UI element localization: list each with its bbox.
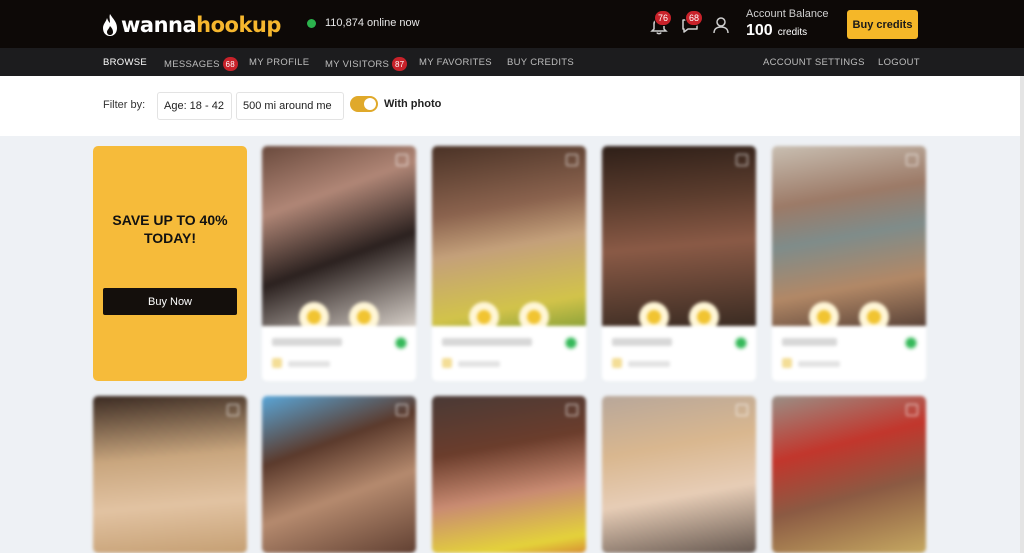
profile-location — [458, 361, 500, 367]
profile-info — [772, 326, 926, 381]
online-indicator — [736, 338, 746, 348]
profile-photo[interactable] — [772, 146, 926, 326]
nav-account-settings[interactable]: ACCOUNT SETTINGS — [763, 57, 865, 68]
top-header: wannahookup 110,874 online now 76 68 Acc… — [0, 0, 1024, 48]
logo-text: wannahookup — [121, 13, 281, 37]
profile-photo[interactable] — [772, 396, 926, 553]
profile-info — [262, 326, 416, 381]
filter-bar: Filter by: Age: 18 - 42 500 mi around me… — [0, 76, 1024, 136]
filter-label: Filter by: — [103, 99, 146, 111]
main-nav: BROWSE MESSAGES 68 MY PROFILE MY VISITORS… — [0, 48, 1024, 76]
profile-location — [288, 361, 330, 367]
location-icon — [272, 358, 282, 368]
favorite-icon[interactable] — [566, 404, 578, 416]
favorite-icon[interactable] — [566, 154, 578, 166]
favorite-icon[interactable] — [736, 154, 748, 166]
profile-card[interactable] — [262, 396, 416, 553]
with-photo-toggle[interactable] — [350, 96, 378, 112]
nav-my-visitors[interactable]: MY VISITORS 87 — [325, 57, 408, 71]
profile-photo[interactable] — [432, 396, 586, 553]
account-balance: Account Balance 100 credits — [746, 8, 829, 40]
age-filter[interactable]: Age: 18 - 42 — [157, 92, 232, 120]
nav-my-profile[interactable]: MY PROFILE — [249, 57, 309, 68]
message-icon — [697, 310, 711, 324]
promo-title: SAVE UP TO 40% TODAY! — [112, 212, 228, 246]
location-icon — [612, 358, 622, 368]
site-logo[interactable]: wannahookup — [101, 12, 281, 38]
flame-icon — [103, 14, 117, 36]
profile-location — [798, 361, 840, 367]
favorite-icon[interactable] — [736, 404, 748, 416]
profile-icon-button[interactable] — [710, 14, 732, 36]
profile-name — [612, 338, 672, 346]
balance-label: Account Balance — [746, 8, 829, 20]
favorite-icon[interactable] — [906, 404, 918, 416]
balance-amount: 100 — [746, 22, 773, 39]
nav-logout[interactable]: LOGOUT — [878, 57, 920, 68]
distance-filter[interactable]: 500 mi around me — [236, 92, 344, 120]
online-count-text: 110,874 online now — [325, 17, 420, 29]
profile-card[interactable] — [772, 396, 926, 553]
profile-location — [628, 361, 670, 367]
online-indicator — [906, 338, 916, 348]
with-photo-label: With photo — [384, 98, 442, 110]
messages-icon-button[interactable]: 68 — [679, 10, 704, 36]
profile-card[interactable] — [602, 396, 756, 553]
wink-icon — [817, 310, 831, 324]
nav-messages-badge: 68 — [222, 57, 238, 71]
location-icon — [782, 358, 792, 368]
profile-card[interactable] — [93, 396, 247, 553]
profile-card[interactable] — [432, 146, 586, 381]
profile-name — [782, 338, 837, 346]
favorite-icon[interactable] — [396, 154, 408, 166]
wink-icon — [647, 310, 661, 324]
favorite-icon[interactable] — [906, 154, 918, 166]
nav-visitors-badge: 87 — [392, 57, 408, 71]
location-icon — [442, 358, 452, 368]
nav-my-favorites[interactable]: MY FAVORITES — [419, 57, 492, 68]
profile-card[interactable] — [432, 396, 586, 553]
profile-photo[interactable] — [262, 146, 416, 326]
buy-now-button[interactable]: Buy Now — [103, 288, 237, 315]
profile-info — [432, 326, 586, 381]
page-scrollbar[interactable] — [1020, 76, 1024, 553]
profile-card[interactable] — [602, 146, 756, 381]
wink-icon — [477, 310, 491, 324]
message-icon — [867, 310, 881, 324]
profile-name — [442, 338, 532, 346]
online-indicator — [566, 338, 576, 348]
profile-photo[interactable] — [602, 146, 756, 326]
profile-card[interactable] — [262, 146, 416, 381]
nav-messages[interactable]: MESSAGES 68 — [164, 57, 238, 71]
favorite-icon[interactable] — [396, 404, 408, 416]
nav-buy-credits[interactable]: BUY CREDITS — [507, 57, 574, 68]
online-counter: 110,874 online now — [307, 17, 420, 29]
message-icon — [527, 310, 541, 324]
favorite-icon[interactable] — [227, 404, 239, 416]
online-status-dot — [307, 18, 316, 28]
profile-photo[interactable] — [432, 146, 586, 326]
messages-header-badge: 68 — [685, 10, 704, 26]
profile-photo[interactable] — [602, 396, 756, 553]
message-icon — [357, 310, 371, 324]
user-icon — [713, 17, 729, 34]
notifications-button[interactable]: 76 — [648, 10, 673, 36]
toggle-knob — [364, 98, 376, 110]
buy-credits-button[interactable]: Buy credits — [847, 10, 918, 39]
nav-browse[interactable]: BROWSE — [103, 57, 147, 68]
profile-card[interactable] — [772, 146, 926, 381]
promo-card: SAVE UP TO 40% TODAY! Buy Now — [93, 146, 247, 381]
notifications-badge: 76 — [654, 10, 673, 26]
wink-icon — [307, 310, 321, 324]
profile-info — [602, 326, 756, 381]
online-indicator — [396, 338, 406, 348]
balance-unit: credits — [777, 27, 808, 38]
profile-photo[interactable] — [262, 396, 416, 553]
profile-photo[interactable] — [93, 396, 247, 553]
profile-name — [272, 338, 342, 346]
